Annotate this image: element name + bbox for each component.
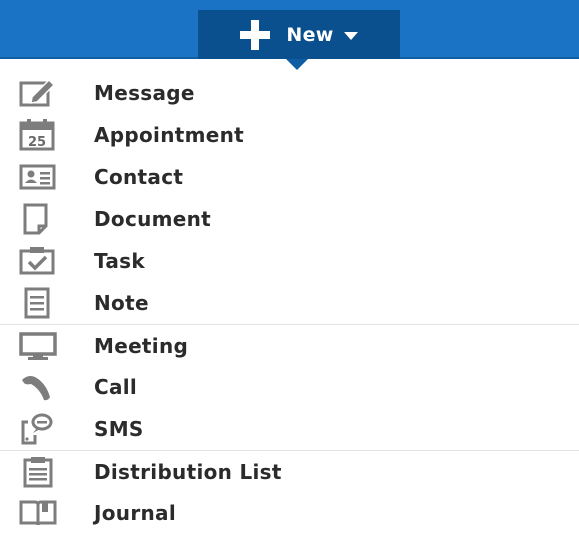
clipboard-list-icon xyxy=(18,456,62,488)
menu-item-task[interactable]: Task xyxy=(0,240,579,282)
book-icon xyxy=(18,497,62,529)
compose-icon xyxy=(18,77,62,109)
phone-icon xyxy=(18,371,62,403)
menu-item-label: Task xyxy=(94,249,145,273)
caret-down-icon xyxy=(343,31,358,40)
menu-item-label: SMS xyxy=(94,417,144,441)
menu-item-label: Appointment xyxy=(94,123,245,147)
menu-item-label: Contact xyxy=(94,165,184,189)
menu-item-sms[interactable]: SMS xyxy=(0,408,579,450)
menu-item-journal[interactable]: Journal xyxy=(0,492,579,534)
new-item-menu: Message 25 Appointment Contact Document … xyxy=(0,72,579,534)
menu-pointer xyxy=(286,59,308,70)
menu-item-label: Journal xyxy=(94,501,176,525)
task-icon xyxy=(18,245,62,277)
menu-item-appointment[interactable]: 25 Appointment xyxy=(0,114,579,156)
menu-item-distribution-list[interactable]: Distribution List xyxy=(0,450,579,492)
menu-item-label: Call xyxy=(94,375,138,399)
calendar-day-text: 25 xyxy=(28,135,46,150)
sms-icon xyxy=(18,413,62,445)
new-button[interactable]: New xyxy=(198,10,400,59)
menu-item-label: Note xyxy=(94,291,149,315)
plus-icon xyxy=(240,19,271,50)
menu-item-contact[interactable]: Contact xyxy=(0,156,579,198)
menu-item-meeting[interactable]: Meeting xyxy=(0,324,579,366)
new-button-label: New xyxy=(286,23,334,46)
document-icon xyxy=(18,203,62,235)
menu-item-document[interactable]: Document xyxy=(0,198,579,240)
contact-card-icon xyxy=(18,161,62,193)
menu-item-note[interactable]: Note xyxy=(0,282,579,324)
menu-item-call[interactable]: Call xyxy=(0,366,579,408)
calendar-icon: 25 xyxy=(18,119,62,151)
top-toolbar: New xyxy=(0,0,579,59)
menu-item-message[interactable]: Message xyxy=(0,72,579,114)
monitor-icon xyxy=(18,330,62,362)
menu-item-label: Document xyxy=(94,207,212,231)
menu-item-label: Message xyxy=(94,81,195,105)
menu-item-label: Distribution List xyxy=(94,459,282,484)
note-icon xyxy=(18,287,62,319)
menu-item-label: Meeting xyxy=(94,333,189,358)
